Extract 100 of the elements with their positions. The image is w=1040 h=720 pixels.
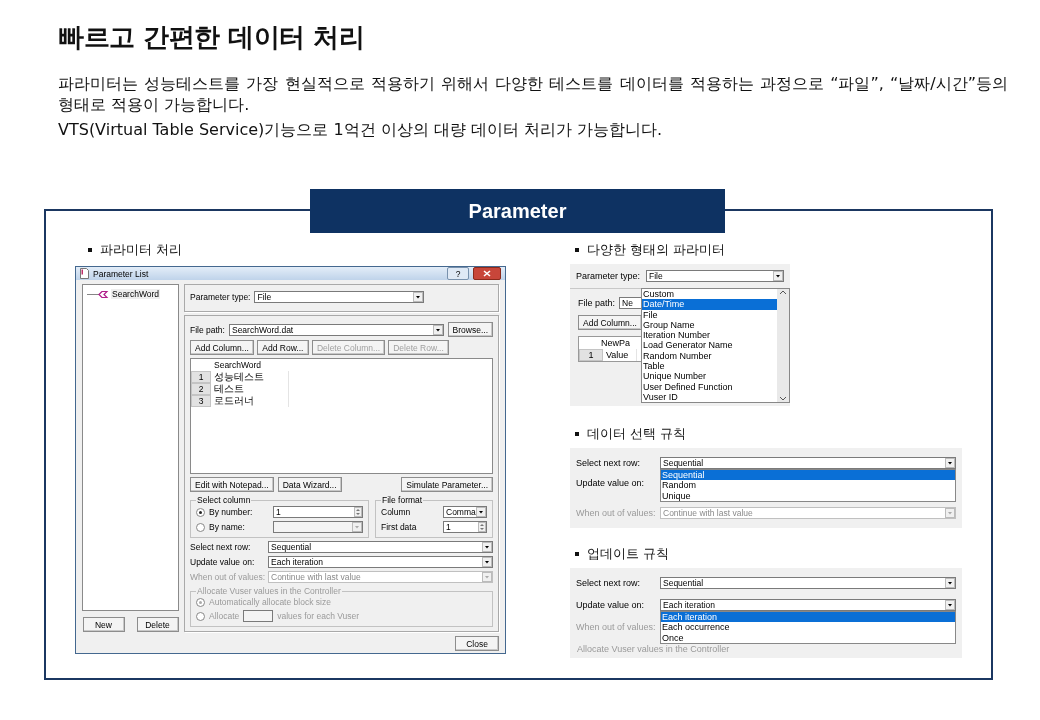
number-field[interactable]: 1: [273, 506, 363, 518]
caret-icon: [432, 324, 443, 335]
table-cell: 테스트: [211, 383, 289, 395]
bullet-icon: [88, 248, 92, 252]
group-title: Allocate Vuser values in the Controller: [196, 586, 342, 596]
caret-icon: [945, 578, 955, 588]
browse-button[interactable]: Browse...: [447, 322, 493, 337]
radio-label: Allocate: [209, 611, 240, 621]
dropdown[interactable]: Each iteration: [268, 556, 493, 568]
list-option[interactable]: Table: [642, 361, 777, 372]
list-option[interactable]: Unique Number: [642, 371, 777, 382]
group-title: Select column: [196, 495, 252, 505]
spinner-arrows-icon[interactable]: [354, 507, 362, 517]
list-option[interactable]: Once: [661, 632, 955, 643]
list-option[interactable]: Sequential: [661, 470, 955, 481]
section-heading: 데이터 선택 규칙: [587, 425, 686, 443]
dropdown[interactable]: Sequential: [268, 541, 493, 553]
row-number: 2: [191, 383, 211, 395]
grid-button[interactable]: Add Column...: [190, 340, 254, 355]
input-field[interactable]: [243, 610, 274, 622]
list-option[interactable]: Each occurrence: [661, 622, 955, 633]
list-option[interactable]: Random: [661, 480, 955, 491]
list-option[interactable]: Date/Time: [642, 299, 777, 310]
close-button[interactable]: [473, 267, 501, 280]
tool-button[interactable]: Simulate Parameter...: [401, 477, 493, 492]
list-option[interactable]: Each iteration: [661, 612, 955, 623]
dropdown[interactable]: Sequential: [660, 577, 956, 589]
bullet-icon: [575, 552, 579, 556]
column-header: NewPa: [600, 338, 631, 348]
grid-button[interactable]: Add Row...: [256, 340, 309, 355]
radio-label: By name:: [209, 522, 246, 532]
field-label: When out of values:: [576, 622, 657, 632]
group-title: Allocate Vuser values in the Controller: [576, 644, 731, 654]
tree-item[interactable]: SearchWord: [111, 289, 161, 299]
close-icon: [483, 270, 491, 277]
panel-title: Parameter: [310, 189, 725, 233]
help-button[interactable]: ?: [447, 267, 469, 280]
field-label: Update value on:: [190, 557, 256, 567]
spinner-arrows-icon[interactable]: [478, 522, 486, 532]
dropdown[interactable]: Each iteration: [660, 599, 956, 611]
number-field[interactable]: 1: [443, 521, 487, 533]
description-text: VTS(Virtual Table Service)기능으로 1억건 이상의 대량 데이터 처리가 가능합니다.: [58, 119, 664, 140]
list-option[interactable]: Vuser ID: [642, 391, 777, 403]
tool-button[interactable]: Edit with Notepad...: [190, 477, 274, 492]
add-column-button[interactable]: Add Column...: [578, 315, 642, 330]
list-option[interactable]: Custom: [642, 289, 777, 300]
list-option[interactable]: Iteration Number: [642, 330, 777, 341]
caret-icon: [482, 542, 492, 552]
radio-button[interactable]: [196, 507, 205, 517]
dropdown[interactable]: [273, 521, 363, 533]
field-label: Select next row:: [576, 458, 642, 468]
field-label: Select next row:: [576, 578, 642, 588]
page-title: 빠르고 간편한 데이터 처리: [58, 21, 366, 54]
list-option[interactable]: Group Name: [642, 319, 777, 331]
table-cell: 로드러너: [211, 395, 289, 407]
radio-button[interactable]: [196, 522, 205, 532]
radio-label: By number:: [209, 507, 254, 517]
table-cell: Value: [603, 349, 637, 361]
field-label: When out of values:: [190, 572, 264, 582]
dropdown[interactable]: Comma: [443, 506, 487, 518]
list-option[interactable]: Unique: [661, 490, 955, 501]
column-header: SearchWord: [213, 360, 263, 370]
section-heading: 업데이트 규칙: [587, 545, 669, 563]
caret-icon: [482, 572, 492, 582]
description-text: 파라미터는 성능테스트를 가장 현실적으로 적용하기 위해서 다양한 테스트를 데이터를 적용하는 과정으로 “파일”, “날짜/시간”등의 형태로 적용이 가능합니다.: [58, 73, 1008, 115]
bullet-icon: [575, 432, 579, 436]
caret-icon: [482, 557, 492, 567]
caret-icon: [476, 507, 486, 517]
close-dialog-button[interactable]: Close: [455, 636, 499, 651]
row-number: 3: [191, 395, 211, 407]
caret-icon: [773, 271, 783, 281]
caret-icon: [352, 522, 362, 532]
document-icon: [80, 268, 89, 279]
field-label: File path:: [578, 298, 616, 308]
tree-button[interactable]: New: [82, 617, 125, 632]
parameter-type-dropdown[interactable]: File: [254, 291, 425, 303]
caret-icon: [413, 292, 424, 302]
list-option[interactable]: Load Generator Name: [642, 340, 777, 351]
dropdown[interactable]: Sequential: [660, 457, 956, 469]
field-label: Parameter type:: [190, 292, 251, 302]
group-title: File format: [381, 495, 424, 505]
row-number: 1: [579, 349, 603, 361]
field-label: First data: [381, 522, 418, 532]
table-cell: 성능테스트: [211, 371, 289, 383]
list-option[interactable]: User Defined Function: [642, 381, 777, 392]
field-label: Parameter type:: [576, 271, 641, 281]
caret-icon: [945, 600, 955, 610]
list-option[interactable]: File: [642, 309, 777, 320]
scroll-bar[interactable]: [777, 289, 789, 403]
file-path-field[interactable]: SearchWord.dat: [228, 323, 444, 336]
field-label: File path:: [190, 324, 225, 335]
field-label: When out of values:: [576, 508, 657, 518]
tree-button[interactable]: Delete: [136, 617, 179, 632]
row-number: 1: [191, 371, 211, 383]
bullet-icon: [575, 248, 579, 252]
tool-button[interactable]: Data Wizard...: [277, 477, 342, 492]
section-heading: 파라미터 처리: [100, 241, 182, 259]
parameter-type-dropdown[interactable]: File: [646, 270, 784, 282]
section-heading: 다양한 형태의 파라미터: [587, 241, 725, 259]
list-option[interactable]: Random Number: [642, 350, 777, 362]
